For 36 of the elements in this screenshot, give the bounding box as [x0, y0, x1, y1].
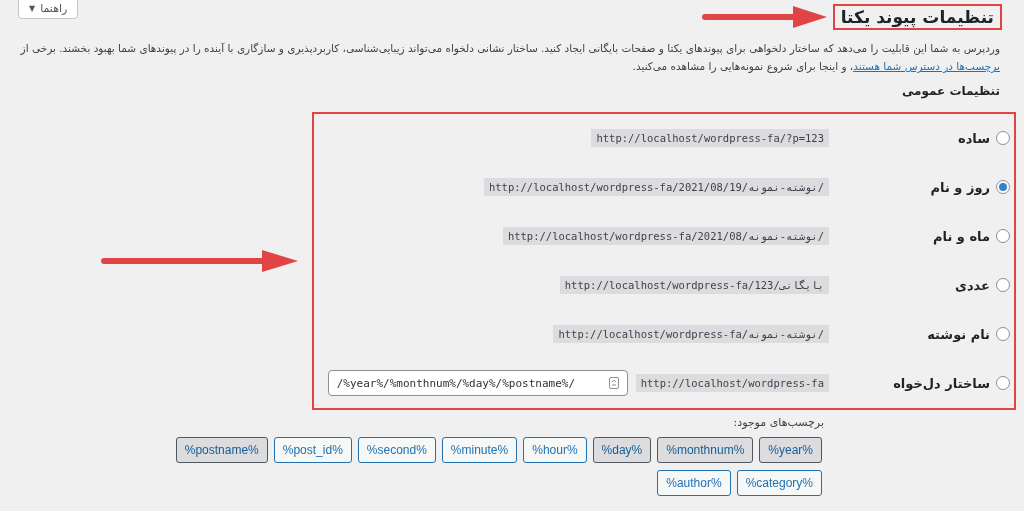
option-label: عددی [955, 277, 990, 293]
tag-button[interactable]: %day% [592, 436, 652, 463]
url-example: http://localhost/wordpress-fa/نوشته-نمونه/ [553, 325, 829, 344]
option-label: روز و نام [930, 179, 990, 195]
tag-button[interactable]: %second% [357, 436, 436, 463]
tags-label: برچسب‌های موجود: [732, 415, 824, 429]
tag-button[interactable]: %hour% [523, 436, 587, 463]
help-button[interactable]: راهنما ▼ [18, 0, 79, 19]
option-label: ماه و نام [932, 228, 990, 244]
radio-button[interactable] [996, 278, 1010, 293]
tag-button[interactable]: %minute% [441, 436, 518, 463]
tag-button[interactable]: %author% [657, 469, 731, 496]
field-icon [608, 377, 619, 390]
structure-field[interactable]: /%year%/%monthnum%/%day%/%postname%/ [327, 370, 628, 397]
page-title: تنظیمات پیوند یکتا [832, 4, 1002, 30]
radio-button[interactable] [996, 327, 1010, 342]
radio-button[interactable] [996, 229, 1010, 244]
option-label: ساختار دل‌خواه [893, 375, 990, 391]
tag-button[interactable]: %year% [759, 436, 822, 463]
option-label: ساده [958, 130, 990, 146]
section-heading: تنظیمات عمومی [900, 83, 1000, 98]
url-example: http://localhost/wordpress-fa/2021/08/نوشته-نمونه/ [502, 227, 829, 246]
radio-button[interactable] [996, 376, 1010, 391]
option-label: نام نوشته [927, 326, 990, 342]
url-example: http://localhost/wordpress-fa/?p=123 [591, 129, 829, 148]
url-example: http://localhost/wordpress-fa/بایگانی/123 [559, 276, 829, 295]
tag-button[interactable]: %monthnum% [657, 436, 754, 463]
tag-button[interactable]: %postname% [175, 436, 268, 463]
url-example: http://localhost/wordpress-fa [635, 374, 829, 393]
intro-paragraph: وردپرس به شما این قابلیت را می‌دهد که ساختار دلخواهی برای پیوندهای یکتا و صفحات بایگانی ایجاد کنید. ساختار نشانی دلخواه می‌تواند زیبایی‌شناسی، کاربردپذیری و سازگاری با آینده را در پیوندهای شما بهبود بخشند. برخی از برچسب‌ها در دسترس شما هستند، و اینجا برای شروع نمونه‌هایی را مشاهده می‌کنید. [19, 41, 1000, 75]
tags-link[interactable]: برچسب‌ها در دسترس شما هستند [853, 60, 1000, 73]
url-example: http://localhost/wordpress-fa/2021/08/19/نوشته-نمونه/ [483, 178, 829, 197]
radio-button[interactable] [996, 131, 1010, 146]
radio-button[interactable] [996, 180, 1010, 195]
tag-button[interactable]: %post_id% [273, 436, 352, 463]
tag-button[interactable]: %category% [736, 469, 822, 496]
